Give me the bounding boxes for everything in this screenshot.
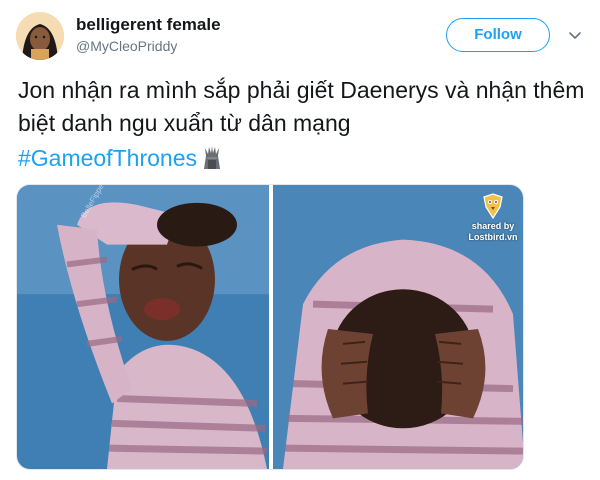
- watermark-line2: Lostbird.vn: [468, 232, 518, 242]
- lostbird-watermark: shared by Lostbird.vn: [465, 193, 521, 243]
- avatar-image: [16, 12, 64, 60]
- lostbird-logo-icon: [483, 193, 503, 219]
- crying-boy-photo: [17, 185, 269, 469]
- follow-button[interactable]: Follow: [446, 18, 550, 52]
- tweet-text: Jon nhận ra mình sắp phải giết Daenerys …: [18, 77, 585, 136]
- chevron-down-icon[interactable]: [568, 28, 582, 42]
- iron-throne-icon: [203, 146, 220, 169]
- tweet-media[interactable]: shared by Lostbird.vn BelleFippedz: [16, 184, 524, 470]
- watermark-line1: shared by: [471, 221, 515, 231]
- hashtag-line: #GameofThrones: [18, 142, 223, 175]
- user-handle[interactable]: @MyCleoPriddy: [76, 38, 177, 54]
- display-name[interactable]: belligerent female: [76, 15, 221, 35]
- avatar[interactable]: [16, 12, 64, 60]
- hashtag-link[interactable]: #GameofThrones: [18, 145, 197, 171]
